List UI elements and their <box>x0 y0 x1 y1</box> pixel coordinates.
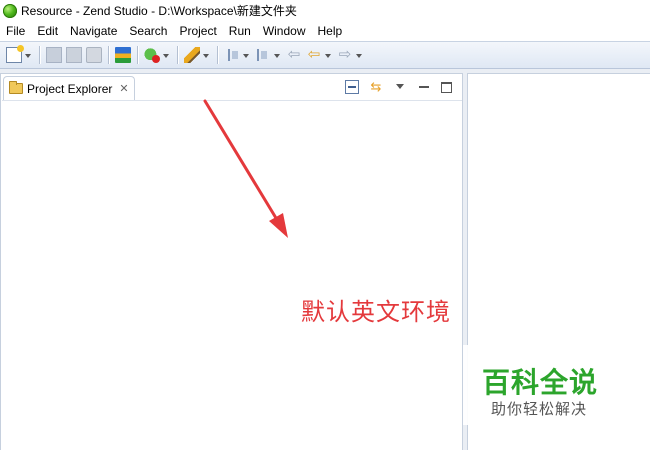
close-icon[interactable]: ✕ <box>119 83 128 95</box>
window-title: Resource - Zend Studio - D:\Workspace\新建… <box>21 4 297 18</box>
new-icon[interactable] <box>6 45 24 63</box>
save-icon[interactable] <box>46 47 62 63</box>
back-history-arrow-icon[interactable]: ⇦ <box>306 47 322 63</box>
previous-annotation-dropdown-chevron-icon[interactable] <box>273 47 281 63</box>
next-annotation-icon[interactable] <box>224 47 240 63</box>
view-toolbar: ⇆ <box>335 78 452 96</box>
save-all-icon[interactable] <box>66 47 82 63</box>
toolbar-separator <box>137 46 138 64</box>
zend-studio-app-icon <box>3 3 17 18</box>
collapse-all-icon[interactable] <box>345 80 359 94</box>
menu-edit[interactable]: Edit <box>31 21 64 41</box>
toolbar-separator <box>217 46 218 64</box>
menu-run[interactable]: Run <box>223 21 257 41</box>
print-icon[interactable] <box>86 47 102 63</box>
back-arrow-icon[interactable]: ⇦ <box>286 47 302 63</box>
watermark-subtitle: 助你轻松解决 <box>491 400 588 418</box>
menu-bar: File Edit Navigate Search Project Run Wi… <box>0 21 650 41</box>
link-with-editor-icon[interactable]: ⇆ <box>369 80 383 94</box>
maximize-icon[interactable] <box>441 81 452 93</box>
open-workspace-icon[interactable] <box>115 47 131 63</box>
toolbar-separator <box>39 46 40 64</box>
folder-icon <box>9 81 23 94</box>
debug-dropdown-chevron-icon[interactable] <box>162 47 170 63</box>
view-menu-chevron-icon[interactable] <box>393 80 407 94</box>
forward-dropdown-chevron-icon[interactable] <box>355 47 363 63</box>
menu-project[interactable]: Project <box>173 21 222 41</box>
new-dropdown-chevron-icon[interactable] <box>24 47 32 63</box>
menu-navigate[interactable]: Navigate <box>64 21 123 41</box>
toolbar-separator <box>177 46 178 64</box>
previous-annotation-icon[interactable] <box>255 47 271 63</box>
menu-window[interactable]: Window <box>257 21 312 41</box>
menu-search[interactable]: Search <box>123 21 173 41</box>
toolbar-separator <box>108 46 109 64</box>
forward-arrow-icon[interactable]: ⇨ <box>337 47 353 63</box>
annotation-text: 默认英文环境 <box>301 298 451 326</box>
project-explorer-tab[interactable]: Project Explorer ✕ <box>3 76 135 100</box>
pen-dropdown-chevron-icon[interactable] <box>202 47 210 63</box>
edit-pen-icon[interactable] <box>184 47 200 63</box>
main-toolbar: ⇦ ⇦ ⇨ <box>0 41 650 69</box>
watermark: 百科全说 助你轻松解决 <box>463 345 628 425</box>
next-annotation-dropdown-chevron-icon[interactable] <box>242 47 250 63</box>
minimize-icon[interactable] <box>417 80 431 94</box>
project-explorer-tab-label: Project Explorer <box>27 81 113 96</box>
watermark-title: 百科全说 <box>482 366 599 399</box>
annotation-arrow-icon <box>203 99 288 238</box>
back-dropdown-chevron-icon[interactable] <box>324 47 332 63</box>
menu-file[interactable]: File <box>0 21 31 41</box>
menu-help[interactable]: Help <box>312 21 349 41</box>
title-bar: Resource - Zend Studio - D:\Workspace\新建… <box>0 0 650 21</box>
debug-icon[interactable] <box>144 47 160 63</box>
